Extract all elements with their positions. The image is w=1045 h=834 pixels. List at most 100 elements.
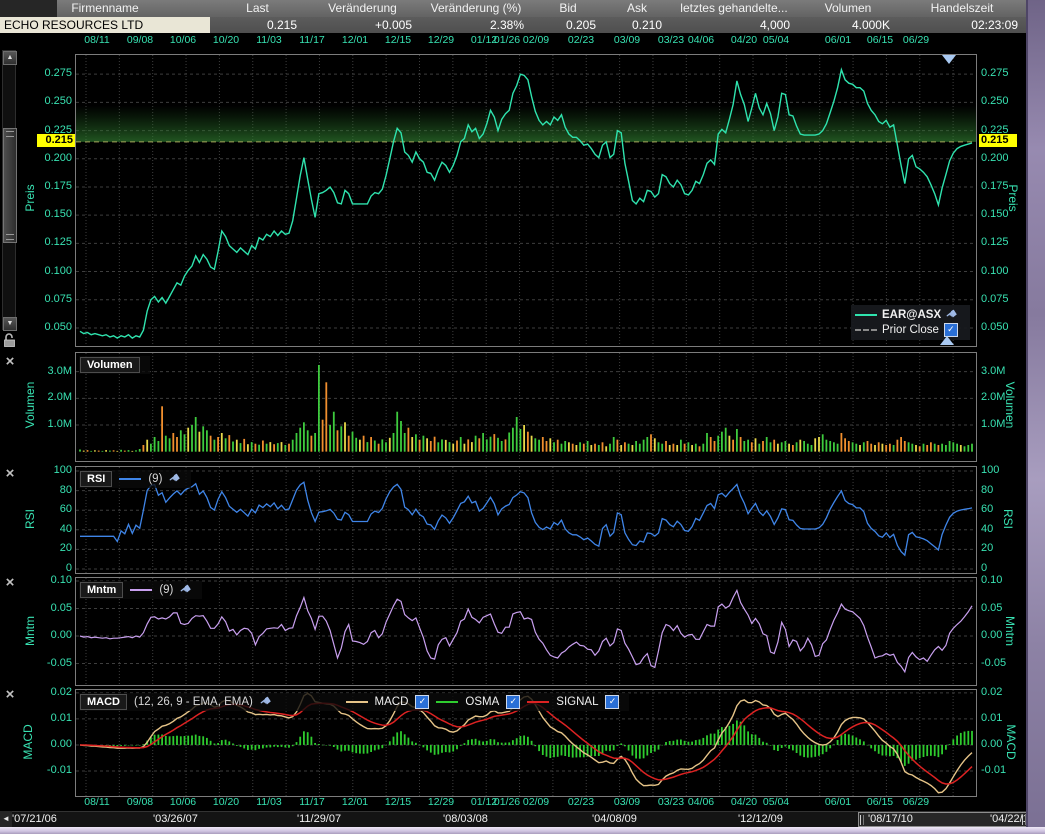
volume-bar xyxy=(423,436,425,452)
volume-bar xyxy=(452,444,454,452)
volume-bar xyxy=(852,442,854,451)
volume-bar xyxy=(844,438,846,451)
date-label: 06/29 xyxy=(896,796,936,808)
quote-value-cell: 2.38% xyxy=(420,17,532,34)
mntm-plot[interactable]: Mntm (9) xyxy=(75,577,977,686)
volume-bar xyxy=(568,442,570,451)
company-name-cell[interactable]: ECHO RESOURCES LTD xyxy=(0,17,210,34)
osma-bar xyxy=(143,744,145,745)
volume-bar xyxy=(635,441,637,452)
scrollbar-thumb[interactable] xyxy=(3,128,17,243)
osma-bar xyxy=(747,731,749,745)
collapse-arrow-bottom-icon[interactable] xyxy=(940,336,954,345)
close-macd-panel-button[interactable]: × xyxy=(3,688,17,702)
volume-bar xyxy=(893,445,895,452)
osma-bar xyxy=(967,731,969,745)
date-label: 11/17 xyxy=(292,34,332,46)
osma-bar xyxy=(393,737,395,745)
osma-bar xyxy=(952,739,954,745)
osma-bar xyxy=(755,735,757,745)
volume-bar xyxy=(941,444,943,452)
osma-bar xyxy=(269,745,271,747)
legend-row-symbol: EAR@ASX xyxy=(855,307,966,322)
volume-bar xyxy=(837,444,839,452)
volume-bar xyxy=(885,445,887,452)
osma-bar xyxy=(464,743,466,745)
osma-bar xyxy=(542,745,544,755)
osma-bar xyxy=(374,745,376,750)
osma-bar xyxy=(766,743,768,745)
volume-bar xyxy=(949,441,951,452)
volume-bar xyxy=(669,445,671,452)
price-tick-label: 0.175 xyxy=(981,180,1027,192)
close-volume-panel-button[interactable]: × xyxy=(3,355,17,369)
osma-bar xyxy=(811,745,813,757)
signal-checkbox[interactable] xyxy=(605,695,619,709)
osma-bar xyxy=(523,736,525,745)
osma-bar xyxy=(467,740,469,745)
volume-bar xyxy=(180,430,182,451)
vertical-scrollbar[interactable]: ▲ ▼ xyxy=(2,50,16,330)
osma-bar xyxy=(837,740,839,745)
close-mntm-panel-button[interactable]: × xyxy=(3,576,17,590)
osma-bar xyxy=(172,736,174,745)
osma-bar xyxy=(363,745,365,754)
hand-icon[interactable] xyxy=(177,580,196,600)
osma-bar xyxy=(617,745,619,746)
price-legend: EAR@ASX Prior Close xyxy=(851,305,970,340)
osma-checkbox[interactable] xyxy=(506,695,520,709)
rsi-tick-label: 80 xyxy=(26,484,72,496)
date-label: 02/09 xyxy=(516,34,556,46)
osma-bar xyxy=(288,745,290,748)
scroll-down-button[interactable]: ▼ xyxy=(3,317,17,331)
volume-bar xyxy=(478,438,480,451)
rsi-tick-label: 20 xyxy=(26,542,72,554)
unlock-icon[interactable] xyxy=(3,333,16,353)
volume-plot[interactable]: Volumen xyxy=(75,352,977,462)
hand-icon[interactable] xyxy=(166,469,185,489)
volume-chart xyxy=(76,353,976,461)
prior-close-checkbox[interactable] xyxy=(944,323,958,337)
volume-bar xyxy=(277,443,279,452)
macd-checkbox[interactable] xyxy=(415,695,429,709)
osma-bar xyxy=(605,745,607,751)
volume-bar xyxy=(938,445,940,452)
osma-bar xyxy=(867,745,869,746)
macd-tick-label: 0.01 xyxy=(981,712,1027,724)
volume-bar xyxy=(598,445,600,452)
rsi-plot[interactable]: RSI (9) xyxy=(75,466,977,574)
volume-bar xyxy=(542,437,544,452)
osma-bar xyxy=(863,741,865,745)
date-label: 05/04 xyxy=(756,34,796,46)
volume-bar xyxy=(523,425,525,452)
volume-bar xyxy=(967,445,969,452)
osma-bar xyxy=(437,745,439,754)
volume-bar xyxy=(833,442,835,451)
osma-bar xyxy=(195,735,197,745)
mntm-panel-label: Mntm xyxy=(80,582,123,598)
time-range-thumb[interactable] xyxy=(858,812,1028,827)
macd-series-swatch xyxy=(346,701,368,703)
scroll-up-button[interactable]: ▲ xyxy=(3,51,17,65)
volume-bar xyxy=(255,444,257,452)
volume-bar xyxy=(131,451,133,452)
collapse-arrow-top-icon[interactable] xyxy=(942,55,956,64)
osma-bar xyxy=(258,745,260,749)
hand-icon[interactable] xyxy=(256,692,275,712)
osma-bar xyxy=(620,743,622,745)
scroll-left-button[interactable]: ◄ xyxy=(0,811,12,827)
rsi-tick-label: 80 xyxy=(981,484,1027,496)
price-plot[interactable]: EAR@ASX Prior Close xyxy=(75,54,977,347)
time-range-scrollbar[interactable]: '07/21/06'03/26/07'11/29/07'08/03/08'04/… xyxy=(0,811,1030,827)
volume-bar xyxy=(624,442,626,451)
osma-bar xyxy=(370,745,372,752)
osma-bar xyxy=(311,737,313,745)
osma-bar xyxy=(266,745,268,748)
osma-bar xyxy=(561,745,563,755)
osma-bar xyxy=(128,745,130,746)
macd-plot[interactable]: MACD (12, 26, 9 - EMA, EMA) MACD OSMA SI… xyxy=(75,689,977,797)
mntm-tick-label: 0.10 xyxy=(26,574,72,586)
volume-bar xyxy=(165,436,167,452)
close-rsi-panel-button[interactable]: × xyxy=(3,467,17,481)
osma-bar xyxy=(557,745,559,757)
